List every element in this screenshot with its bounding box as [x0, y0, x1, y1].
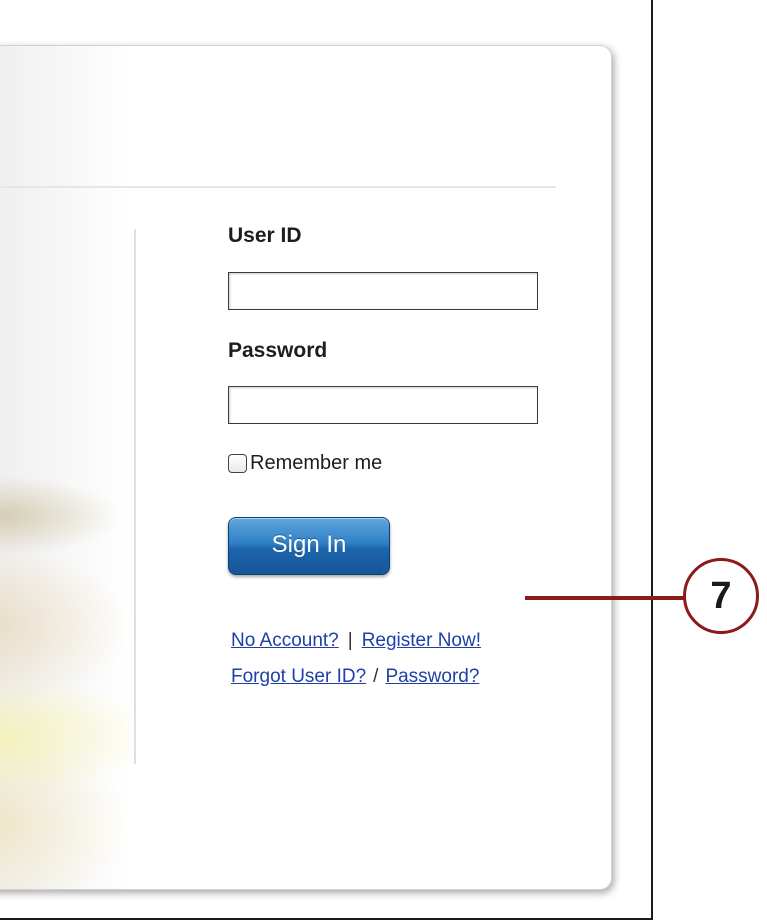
remember-me-label: Remember me — [250, 451, 383, 474]
figure-frame: User ID Password Remember me Sign In No … — [0, 0, 767, 920]
user-id-input[interactable] — [228, 272, 538, 310]
register-links-row: No Account? | Register Now! — [231, 630, 481, 652]
header-divider — [1, 186, 556, 188]
password-label: Password — [228, 339, 328, 362]
login-panel: User ID Password Remember me Sign In No … — [0, 45, 612, 890]
forgot-user-id-link[interactable]: Forgot User ID? — [231, 666, 366, 687]
password-input[interactable] — [228, 386, 538, 424]
separator: | — [347, 630, 353, 651]
remember-me-checkbox[interactable] — [228, 453, 247, 473]
column-divider — [134, 229, 136, 764]
callout-line — [525, 596, 685, 600]
forgot-password-link[interactable]: Password? — [385, 666, 479, 687]
register-now-link[interactable]: Register Now! — [362, 630, 481, 651]
separator: / — [373, 666, 379, 687]
remember-me-row[interactable]: Remember me — [228, 450, 382, 476]
user-id-label: User ID — [228, 224, 302, 247]
callout-number: 7 — [683, 558, 759, 634]
no-account-link[interactable]: No Account? — [231, 630, 339, 651]
forgot-links-row: Forgot User ID? / Password? — [231, 666, 479, 688]
sign-in-button[interactable]: Sign In — [228, 517, 390, 575]
browser-viewport: User ID Password Remember me Sign In No … — [0, 0, 653, 920]
background-image — [0, 46, 131, 889]
